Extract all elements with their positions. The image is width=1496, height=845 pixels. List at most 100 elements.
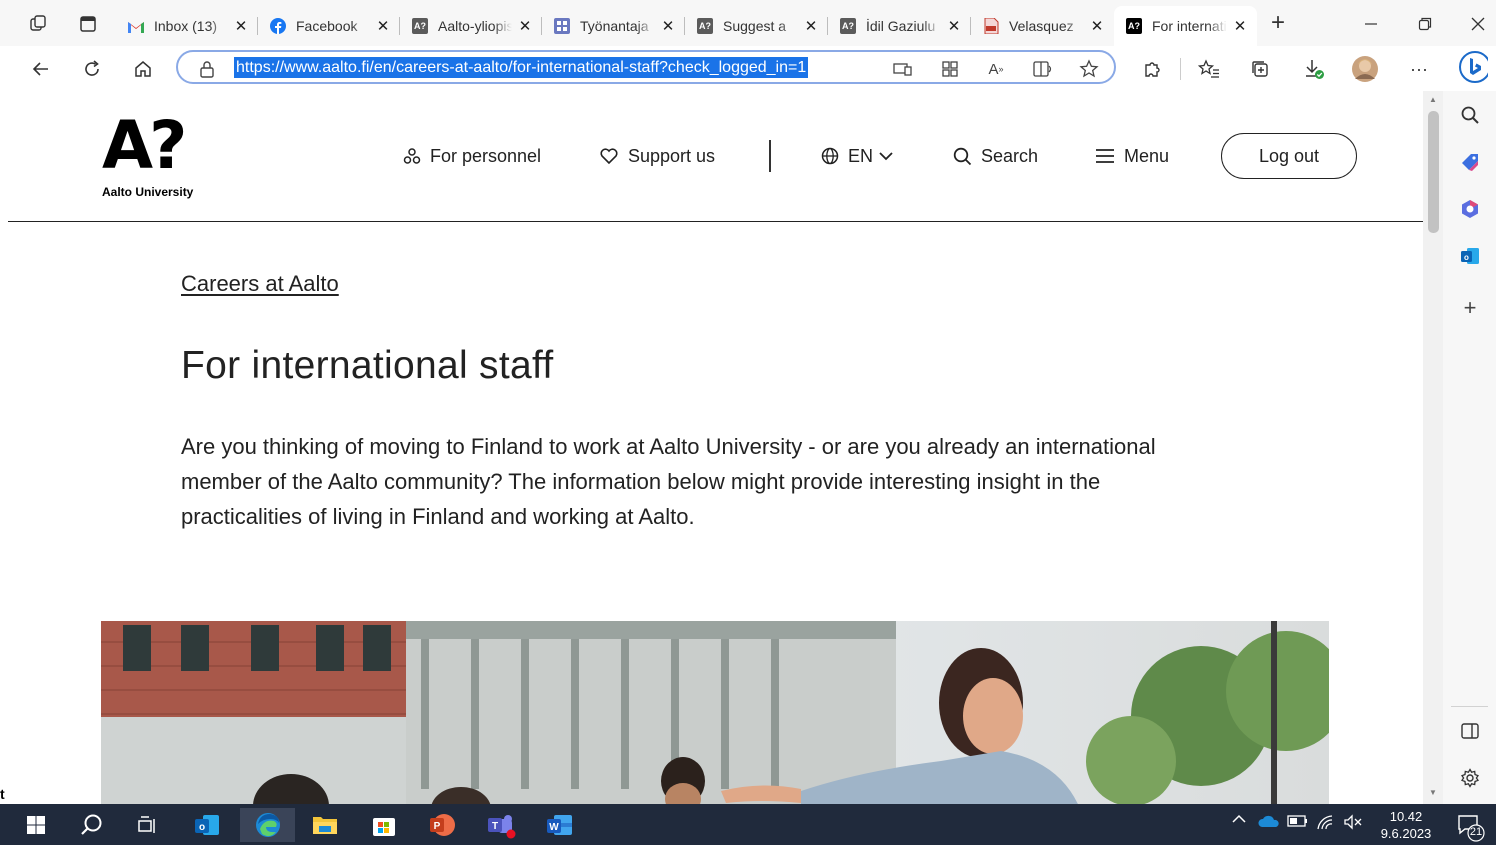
system-clock[interactable]: 10.42 9.6.2023 [1372,808,1440,842]
volume-muted-icon[interactable] [1343,814,1363,830]
svg-text:P: P [434,821,441,832]
profile-avatar[interactable] [1350,54,1380,84]
battery-icon[interactable] [1287,814,1309,828]
favorite-star-icon[interactable] [1078,58,1100,80]
language-selector[interactable]: EN [821,143,893,169]
people-icon [403,147,421,165]
nav-label: For personnel [430,145,542,166]
hero-photo [101,621,1329,804]
tab-inbox[interactable]: Inbox (13) ✕ [116,8,258,44]
close-tab-icon[interactable]: ✕ [374,17,392,35]
taskbar-outlook-icon[interactable]: o [187,808,227,842]
intro-paragraph: Are you thinking of moving to Finland to… [181,434,1156,529]
chevron-down-icon [879,151,893,161]
sidebar-toggle-icon[interactable] [1458,719,1482,743]
menu-label: Menu [1124,145,1170,166]
tab-title: İdil Gaziulu [866,18,936,34]
tab-for-international[interactable]: A? For international ✕ [1114,6,1257,46]
aalto-logo[interactable]: A? [102,113,187,179]
tab-idil[interactable]: A? İdil Gaziulu ✕ [828,8,971,44]
nav-for-personnel[interactable]: For personnel [403,143,541,169]
close-window-icon[interactable] [1460,10,1496,38]
restore-icon[interactable] [1407,10,1443,38]
qr-grid-icon[interactable] [939,58,961,80]
shopping-tag-icon[interactable] [1458,150,1482,174]
hamburger-menu-icon [1095,148,1115,164]
read-aloud-icon[interactable]: A» [985,58,1007,80]
downloads-icon[interactable] [1299,54,1329,84]
powerpoint-icon[interactable]: P [422,808,462,842]
bing-chat-icon[interactable] [1458,51,1488,83]
taskbar-search-icon[interactable] [72,808,112,842]
teams-icon[interactable]: T [481,808,521,842]
tab-facebook[interactable]: Facebook ✕ [258,8,400,44]
scroll-down-icon[interactable]: ▼ [1428,788,1438,798]
globe-icon [821,147,839,165]
word-icon[interactable]: W [540,808,580,842]
lock-icon[interactable] [196,58,218,80]
wifi-icon[interactable] [1316,814,1334,830]
file-explorer-icon[interactable] [305,808,345,842]
tab-suggest[interactable]: A? Suggest a ✕ [685,8,828,44]
page-scrollbar[interactable]: ▲ ▼ [1423,91,1443,804]
tab-aalto-yliopisto[interactable]: A? Aalto-yliopisto ✕ [400,8,542,44]
heart-icon [599,147,619,165]
tab-title: Inbox (13) [154,18,218,34]
svg-text:T: T [492,821,498,832]
home-icon[interactable] [128,54,158,84]
notification-count-badge: 21 [1469,826,1483,838]
url-text[interactable]: https://www.aalto.fi/en/careers-at-aalto… [234,57,809,78]
scroll-thumb[interactable] [1428,111,1439,233]
close-tab-icon[interactable]: ✕ [945,17,963,35]
task-view-icon[interactable] [128,808,168,842]
close-tab-icon[interactable]: ✕ [1231,17,1249,35]
tab-velasquez[interactable]: Velasquez ✕ [971,8,1114,44]
microsoft-store-icon[interactable] [364,808,404,842]
nav-support-us[interactable]: Support us [599,143,715,169]
notifications-icon[interactable]: 21 [1456,812,1486,842]
search-button[interactable]: Search [953,143,1038,169]
add-sidebar-app-icon[interactable]: + [1458,295,1482,320]
reader-view-icon[interactable] [1032,58,1054,80]
logo-text[interactable]: Aalto University [102,185,193,199]
breadcrumb-careers-at-aalto[interactable]: Careers at Aalto [181,271,339,297]
close-tab-icon[interactable]: ✕ [1088,17,1106,35]
stray-text: t [0,786,5,802]
outlook-icon[interactable]: o [1458,244,1482,268]
menu-button[interactable]: Menu [1095,143,1169,169]
minimize-icon[interactable] [1353,10,1389,38]
sidebar-settings-gear-icon[interactable] [1458,766,1482,790]
search-icon[interactable] [1458,103,1482,127]
tab-tyonantaja[interactable]: Työnantaja ✕ [542,8,685,44]
show-hidden-icons-chevron-up-icon[interactable] [1232,814,1246,824]
new-tab-icon[interactable]: + [1266,9,1290,36]
more-options-icon[interactable]: ··· [1404,54,1434,84]
taskbar-edge-icon[interactable] [240,808,295,842]
grid-icon [554,18,570,34]
scroll-up-icon[interactable]: ▲ [1428,95,1438,105]
search-icon [953,147,972,166]
search-label: Search [981,145,1039,166]
refresh-icon[interactable] [77,54,107,84]
close-tab-icon[interactable]: ✕ [802,17,820,35]
windows-start-icon[interactable] [16,808,56,842]
language-label: EN [848,145,874,166]
nav-label: Support us [628,145,716,166]
navigation-toolbar: https://www.aalto.fi/en/careers-at-aalto… [0,46,1496,91]
favorites-icon[interactable] [1194,54,1224,84]
close-tab-icon[interactable]: ✕ [232,17,250,35]
back-icon[interactable] [26,54,56,84]
workspaces-icon[interactable] [26,12,50,36]
svg-text:W: W [549,822,559,833]
web-page: A? Aalto University For personnel Suppor… [8,91,1423,804]
collections-icon[interactable] [1245,54,1275,84]
tab-actions-icon[interactable] [76,12,100,36]
close-tab-icon[interactable]: ✕ [516,17,534,35]
log-out-button[interactable]: Log out [1221,133,1357,179]
extensions-icon[interactable] [1137,54,1167,84]
close-tab-icon[interactable]: ✕ [659,17,677,35]
copilot-tools-icon[interactable] [1458,197,1482,221]
address-bar[interactable]: https://www.aalto.fi/en/careers-at-aalto… [176,50,1116,84]
app-available-icon[interactable] [892,58,914,80]
onedrive-cloud-icon[interactable] [1258,814,1280,828]
